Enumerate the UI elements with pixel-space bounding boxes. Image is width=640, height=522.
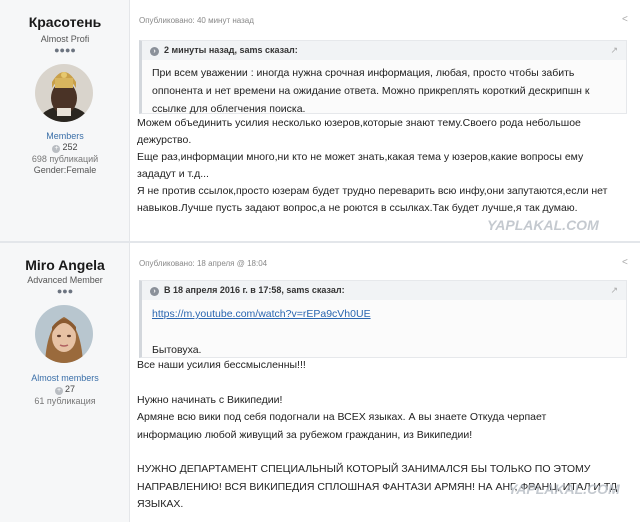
quote-text: При всем уважении : иногда нужна срочная… xyxy=(142,60,626,118)
post-line: дежурство. xyxy=(137,134,192,146)
post-line: Можем объединить усилия несколько юзеров… xyxy=(137,117,581,129)
reputation: +252 xyxy=(0,142,130,153)
quote-author[interactable]: 2 минуты назад, sams сказал: xyxy=(164,45,298,55)
share-icon[interactable]: ↗ xyxy=(610,41,618,60)
posts-count: 61 публикация xyxy=(34,396,96,406)
quote-header: › 2 минуты назад, sams сказал: ↗ xyxy=(142,41,626,60)
post-date[interactable]: Опубликовано: 18 апреля @ 18:04 xyxy=(139,259,267,268)
quote-line: оппонента и нет времени на ожидание отве… xyxy=(152,85,590,97)
quote-header: › В 18 апреля 2016 г. в 17:58, sams сказа… xyxy=(142,281,626,300)
post-line: Нужно начинать с Википедии! xyxy=(137,393,283,406)
share-icon[interactable]: ↗ xyxy=(610,281,618,300)
post-date[interactable]: Опубликовано: 40 минут назад xyxy=(139,16,254,25)
post-1: Красотень Almost Profi ●●●● Members +252… xyxy=(0,0,640,243)
quote-block: › 2 минуты назад, sams сказал: ↗ При всем… xyxy=(139,40,627,115)
author-name[interactable]: Красотень xyxy=(0,14,130,30)
post-body: Можем объединить усилия несколько юзеров… xyxy=(137,115,627,217)
watermark: YAPLAKAL.COM xyxy=(508,481,620,497)
share-icon[interactable]: < xyxy=(622,14,628,25)
author-panel: Красотень Almost Profi ●●●● Members +252… xyxy=(0,0,130,243)
post-line: навыков.Лучше пусть задают вопрос,а не р… xyxy=(137,202,578,214)
author-rank: Almost Profi xyxy=(40,34,90,44)
author-name[interactable]: Miro Angela xyxy=(0,257,130,273)
plus-icon: + xyxy=(54,387,63,395)
post-spacer xyxy=(137,375,627,392)
post-line: НУЖНО ДЕПАРТАМЕНТ СПЕЦИАЛЬНЫЙ КОТОРЫЙ ЗА… xyxy=(137,463,591,475)
post-line: Я не против ссылок,просто юзерам будет т… xyxy=(137,185,608,197)
post-2: Miro Angela Advanced Member ●●● Almost m… xyxy=(0,243,640,522)
post-line: зададут и т.д... xyxy=(137,168,209,180)
post-line: Еще раз,информации много,ни кто не может… xyxy=(137,151,584,163)
watermark: YAPLAKAL.COM xyxy=(487,217,599,233)
posts-count: 698 публикаций xyxy=(31,154,99,164)
quote-text: https://m.youtube.com/watch?v=rEPa9cVh0U… xyxy=(142,300,626,359)
author-rank: Advanced Member xyxy=(27,275,103,285)
post-spacer xyxy=(137,444,627,461)
quote-block: › В 18 апреля 2016 г. в 17:58, sams сказа… xyxy=(139,280,627,358)
reputation-value: 252 xyxy=(62,142,78,152)
gender: Gender:Female xyxy=(33,165,97,175)
avatar[interactable] xyxy=(35,64,93,122)
reputation: +27 xyxy=(0,384,130,395)
plus-icon: + xyxy=(52,145,61,153)
member-group[interactable]: Almost members xyxy=(0,373,130,383)
post-line: Армяне всю вики под себя подогнали на ВС… xyxy=(137,411,547,423)
quote-icon: › xyxy=(150,47,159,56)
post-line: Все наши усилия бессмысленны!!! xyxy=(137,359,306,371)
member-group[interactable]: Members xyxy=(0,131,130,141)
rank-dots: ●●●● xyxy=(54,45,76,55)
quote-link[interactable]: https://m.youtube.com/watch?v=rEPa9cVh0U… xyxy=(152,305,616,323)
post-line: ЯЗЫКАХ. xyxy=(137,498,184,510)
quote-spacer xyxy=(152,323,616,341)
quote-icon: › xyxy=(150,287,159,296)
avatar[interactable] xyxy=(35,305,93,363)
quote-line: При всем уважении : иногда нужна срочная… xyxy=(152,67,575,79)
reputation-value: 27 xyxy=(64,384,75,394)
share-icon[interactable]: < xyxy=(622,257,628,268)
quote-author[interactable]: В 18 апреля 2016 г. в 17:58, sams сказал… xyxy=(164,285,345,295)
author-panel: Miro Angela Advanced Member ●●● Almost m… xyxy=(0,243,130,522)
rank-dots: ●●● xyxy=(56,286,74,296)
post-line: информацию любой живущий за рубежом граж… xyxy=(137,428,473,441)
